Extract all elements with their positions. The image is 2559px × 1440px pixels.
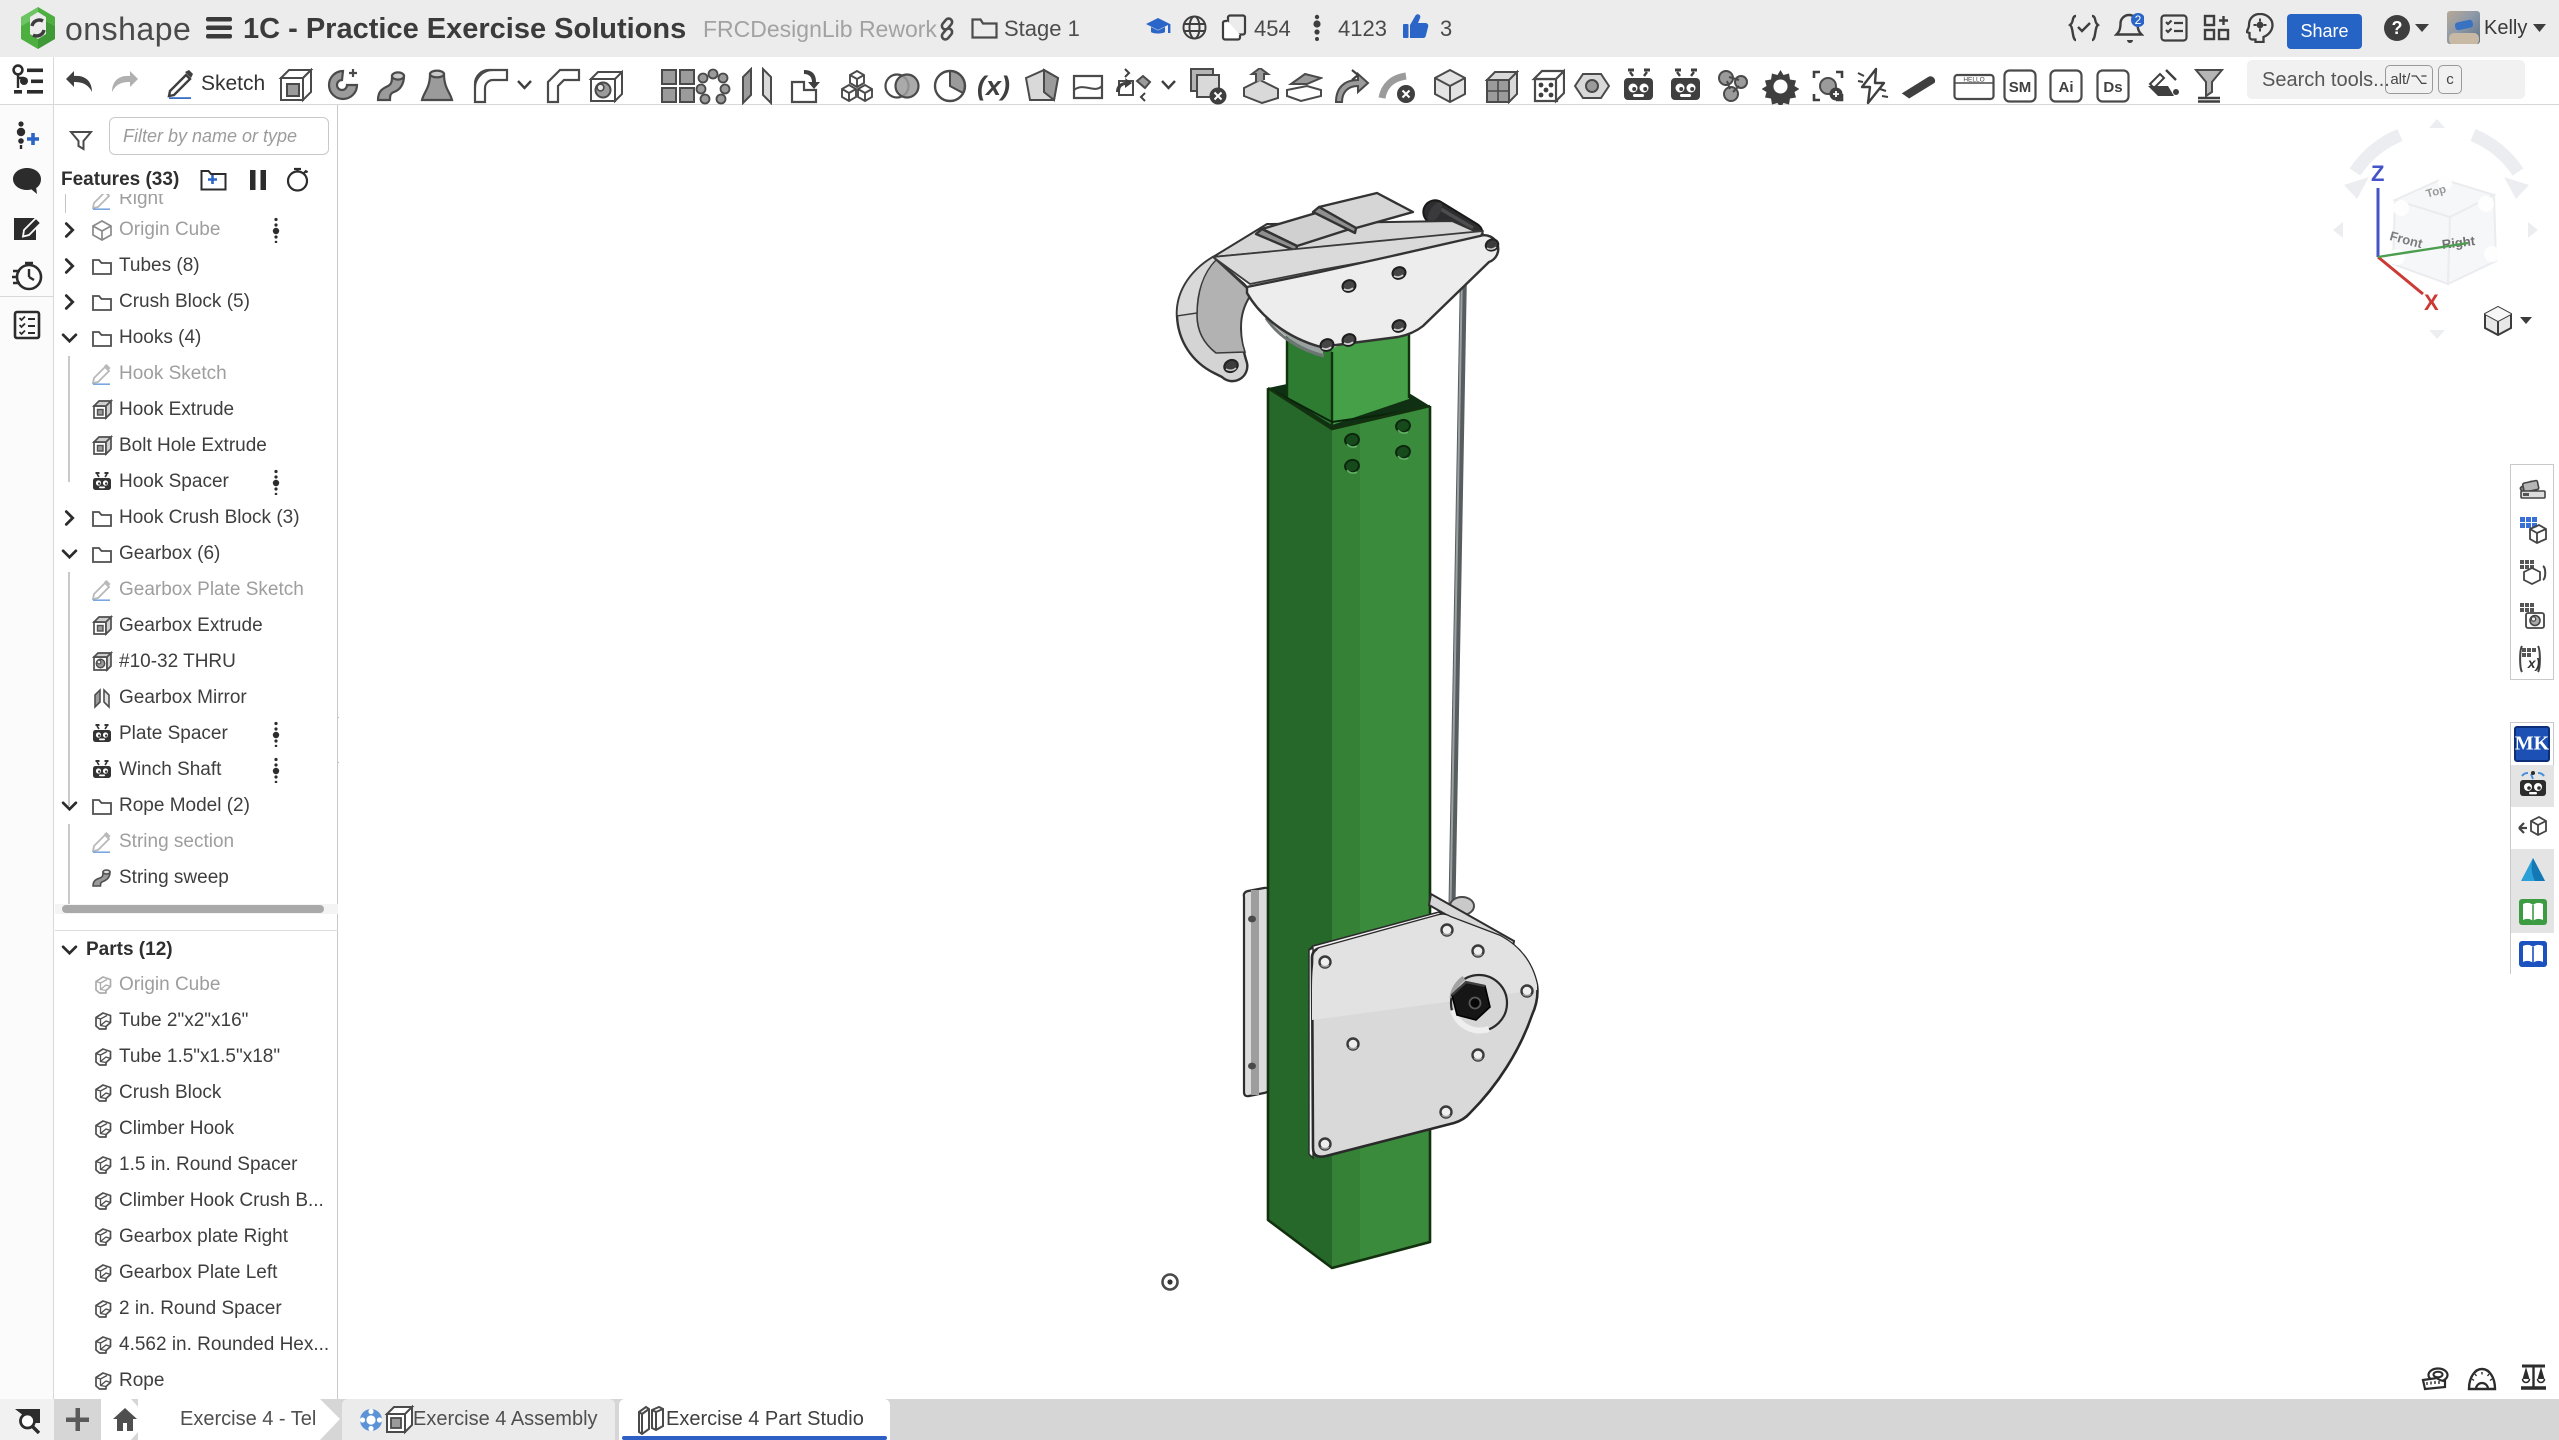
svg-text:X: X: [2424, 290, 2439, 315]
svg-text:SM: SM: [2009, 79, 2032, 96]
svg-text:Z: Z: [2371, 161, 2384, 186]
svg-text:Ai: Ai: [2059, 79, 2074, 96]
svg-text:HELLO: HELLO: [1963, 77, 1984, 84]
svg-text:Ds: Ds: [2103, 79, 2122, 96]
svg-text:?: ?: [2392, 18, 2403, 38]
svg-text:x): x): [2527, 655, 2541, 671]
svg-text:2: 2: [2135, 13, 2142, 27]
